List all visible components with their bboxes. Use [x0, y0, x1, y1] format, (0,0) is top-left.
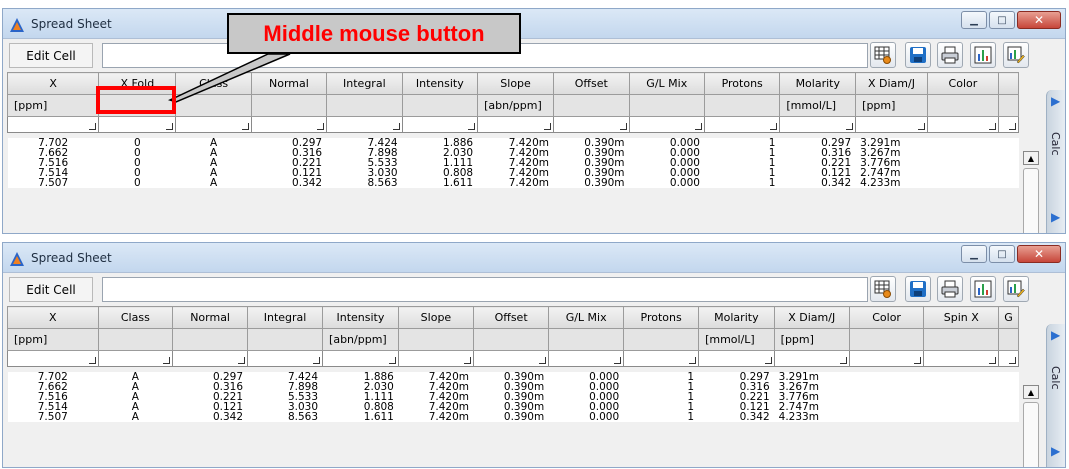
- annotation-callout: Middle mouse button: [227, 13, 521, 54]
- callout-pointer: [167, 53, 291, 103]
- x-fold-highlight: [96, 86, 176, 114]
